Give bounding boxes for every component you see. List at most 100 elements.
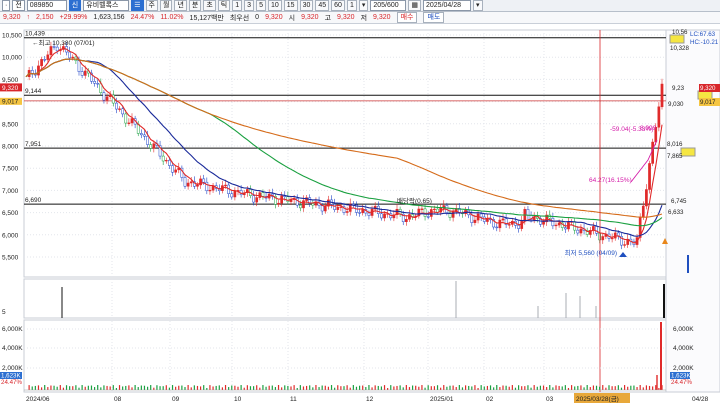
candle-body	[601, 236, 605, 241]
candle-body	[252, 195, 255, 203]
candle-body	[339, 206, 343, 208]
x-axis-label: 11	[290, 396, 297, 403]
candle-body	[554, 224, 558, 227]
candle-body	[299, 204, 302, 209]
stock-chart[interactable]: 10,50010,0009,5009,0008,5008,0007,5007,0…	[0, 0, 720, 404]
volume-axis-label: 2,000K	[2, 365, 23, 372]
volume-axis-label-right: 2,000K	[673, 365, 694, 372]
price-axis-label: 5,500	[2, 255, 19, 262]
level-tag: 9,144	[25, 88, 42, 95]
current-price-tag-text: 9,320	[2, 85, 19, 92]
right-tag-low: 6,745	[671, 198, 687, 205]
candle-body	[501, 218, 505, 221]
right-tag-level: 8,016	[667, 141, 683, 148]
candle-body	[473, 219, 477, 223]
candle-body	[408, 214, 411, 220]
ma120-line	[25, 58, 663, 218]
candle-body	[367, 212, 371, 216]
price-pane	[23, 29, 667, 278]
x-axis-label: 10	[234, 396, 242, 403]
candle-body	[168, 159, 171, 166]
hc-label: HC:-10.21	[690, 39, 719, 46]
candle-body	[224, 184, 227, 187]
price-axis-label: 6,000	[2, 232, 19, 239]
candle-body	[495, 226, 499, 229]
candle-body	[579, 228, 583, 234]
price-axis-label: 10,000	[2, 55, 22, 62]
candle-body	[345, 211, 349, 213]
volume-percent-tag: 24.47%	[1, 379, 22, 386]
low-annotation: 최저 5,560 (04/09)	[565, 248, 617, 257]
candle-body	[124, 113, 128, 124]
candle-body	[93, 81, 96, 84]
high-annotation: ←최고 10,380 (07/01)	[32, 38, 95, 47]
candle-body	[641, 205, 645, 218]
right-tag-mid-box	[697, 90, 713, 100]
candle-body	[333, 203, 336, 210]
candle-body	[323, 205, 327, 212]
candle-body	[161, 155, 165, 162]
x-axis-label: 09	[172, 396, 180, 403]
candle-body	[230, 193, 234, 198]
candle-body	[149, 144, 153, 149]
right-tag-level-b: 7,865	[667, 153, 683, 160]
candle-body	[405, 219, 408, 222]
volume-axis-label: 4,000K	[2, 345, 23, 352]
candle-body	[146, 135, 149, 145]
candle-body	[429, 209, 433, 217]
level-tag: 10,439	[25, 31, 45, 38]
candle-body	[205, 181, 209, 192]
volume-axis-label-right: 6,000K	[673, 326, 694, 333]
price-axis-label: 7,500	[2, 166, 19, 173]
candle-body	[277, 202, 280, 205]
candle-body	[40, 59, 43, 67]
candle-body	[208, 189, 212, 192]
candle-body	[83, 70, 87, 76]
candle-body	[517, 225, 520, 229]
candle-body	[80, 71, 84, 76]
candle-body	[255, 197, 259, 203]
candle-body	[199, 178, 202, 186]
candle-body	[96, 83, 100, 85]
candle-body	[507, 224, 511, 226]
candle-body	[164, 159, 168, 162]
candle-body	[420, 208, 424, 210]
right-tag-level-box	[680, 147, 696, 157]
price-axis-label: 7,000	[2, 188, 19, 195]
candle-body	[130, 118, 134, 124]
candle-body	[564, 227, 567, 230]
candle-body	[202, 178, 206, 183]
candle-body	[189, 181, 193, 184]
cursor-date-label: 2025/03/28(금)	[576, 395, 619, 403]
candle-body	[657, 106, 661, 128]
right-tag-top-b: 10,328	[670, 45, 689, 52]
volume-percent-tag-right: 24.47%	[671, 379, 692, 386]
candle-body	[423, 208, 427, 217]
candle-body	[105, 96, 109, 101]
candle-body	[433, 208, 436, 211]
volume-pane	[23, 319, 667, 393]
candle-body	[498, 219, 502, 229]
candle-body	[152, 143, 156, 149]
candle-body	[46, 54, 50, 60]
candle-body	[140, 133, 143, 136]
price-axis-label: 8,500	[2, 121, 19, 128]
price-axis-label: 9,500	[2, 77, 19, 84]
right-tag-mid-b: 9,030	[668, 101, 684, 108]
candle-body	[171, 165, 174, 173]
candle-body	[233, 191, 237, 198]
candle-body	[43, 59, 47, 61]
candle-body	[280, 195, 283, 204]
candle-body	[648, 163, 651, 190]
candle-body	[551, 217, 555, 227]
candle-body	[115, 102, 118, 110]
candle-body	[426, 216, 430, 218]
candle-body	[121, 108, 124, 115]
candle-body	[610, 237, 614, 240]
candle-body	[55, 46, 59, 52]
indicator-axis-label: 5	[2, 309, 6, 316]
price-axis-label: 10,500	[2, 33, 22, 40]
candle-body	[557, 222, 561, 226]
volume-bars-group	[28, 385, 663, 390]
candle-body	[311, 203, 315, 206]
